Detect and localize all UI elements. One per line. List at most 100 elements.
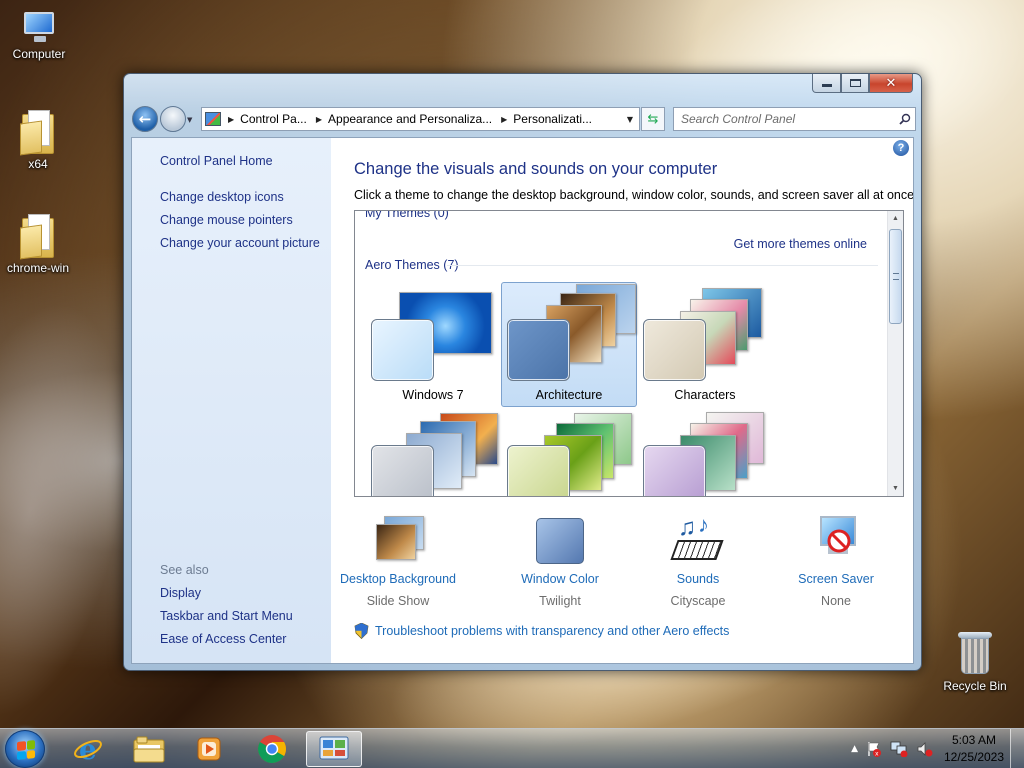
troubleshoot-link[interactable]: Troubleshoot problems with transparency …	[375, 624, 729, 638]
window-color-icon	[530, 514, 590, 566]
breadcrumb-chevron-icon[interactable]: ▶	[501, 115, 507, 124]
sounds-value: Cityscape	[670, 594, 726, 608]
grip-icon	[893, 273, 899, 280]
computer-icon	[18, 10, 60, 44]
scroll-thumb[interactable]	[889, 229, 902, 324]
troubleshoot-row: Troubleshoot problems with transparency …	[354, 623, 729, 639]
minimize-icon	[821, 83, 832, 87]
sidebar-link-mouse-pointers[interactable]: Change mouse pointers	[160, 213, 293, 227]
address-bar[interactable]: ▶ Control Pa... ▶ Appearance and Persona…	[201, 107, 640, 131]
desktop-icon-recycle-bin[interactable]: Recycle Bin	[937, 632, 1013, 693]
address-dropdown-icon[interactable]: ▼	[621, 115, 639, 124]
refresh-icon: ⇆	[647, 111, 659, 127]
desktop-icon-x64[interactable]: x64	[0, 110, 76, 171]
windows-logo-icon	[17, 740, 35, 760]
start-button[interactable]	[5, 730, 45, 768]
desktop-background-setting[interactable]: Desktop Background Slide Show	[328, 514, 468, 608]
desktop-icon-label: Computer	[12, 47, 66, 61]
sounds-setting[interactable]: ♫ ♪ Sounds Cityscape	[628, 512, 768, 608]
theme-scenes[interactable]	[637, 408, 773, 496]
svg-text:x: x	[875, 751, 879, 758]
window-color-link[interactable]: Window Color	[490, 572, 630, 586]
action-center-icon[interactable]: x	[866, 741, 882, 757]
desktop-icon-label: chrome-win	[6, 261, 69, 275]
svg-text:e: e	[79, 734, 97, 764]
desktop-background-icon	[368, 514, 428, 566]
recycle-bin-icon	[958, 632, 992, 676]
taskbar-file-explorer[interactable]	[121, 731, 177, 767]
search-input[interactable]	[681, 112, 895, 126]
screen-saver-value: None	[821, 594, 851, 608]
sidebar-link-display[interactable]: Display	[160, 586, 201, 600]
volume-icon[interactable]	[916, 741, 934, 757]
window-color-value: Twilight	[539, 594, 581, 608]
see-also-heading: See also	[160, 563, 209, 577]
taskbar: e ▲ x 5:03 AM 12/25/2023	[0, 728, 1024, 768]
close-button[interactable]: ✕	[869, 74, 913, 93]
sidebar-link-account-picture[interactable]: Change your account picture	[160, 236, 320, 250]
back-button[interactable]: ←	[132, 106, 158, 132]
clock-date: 12/25/2023	[943, 750, 1005, 764]
file-explorer-icon	[133, 736, 165, 763]
sidebar-link-ease-of-access[interactable]: Ease of Access Center	[160, 632, 286, 646]
breadcrumb-chevron-icon[interactable]: ▶	[316, 115, 322, 124]
show-hidden-icons-icon[interactable]: ▲	[851, 744, 858, 754]
taskbar-media-player[interactable]	[181, 731, 237, 767]
sidebar: Control Panel Home Change desktop icons …	[132, 138, 331, 663]
search-icon[interactable]	[895, 113, 915, 125]
theme-architecture[interactable]: Architecture	[501, 282, 637, 407]
maximize-button[interactable]	[841, 74, 869, 93]
content-area: Control Panel Home Change desktop icons …	[131, 137, 914, 664]
minimize-button[interactable]	[812, 74, 841, 93]
arrow-left-icon: ←	[138, 110, 152, 128]
get-more-themes-link[interactable]: Get more themes online	[734, 237, 867, 251]
show-desktop-button[interactable]	[1010, 729, 1024, 768]
refresh-button[interactable]: ⇆	[641, 107, 665, 131]
screen-saver-setting[interactable]: Screen Saver None	[766, 514, 906, 608]
taskbar-control-panel[interactable]	[306, 731, 362, 767]
window-color-setting[interactable]: Window Color Twilight	[490, 514, 630, 608]
taskbar-chrome[interactable]	[244, 731, 300, 767]
group-divider	[447, 265, 878, 266]
window-controls: ✕	[812, 74, 913, 93]
sidebar-link-control-panel-home[interactable]: Control Panel Home	[160, 154, 273, 168]
desktop-icon-label: Recycle Bin	[943, 679, 1007, 693]
theme-windows-7[interactable]: Windows 7	[365, 282, 501, 407]
breadcrumb-control-panel[interactable]: Control Pa...	[240, 112, 307, 126]
desktop-icon-chrome-win[interactable]: chrome-win	[0, 214, 76, 275]
screen-saver-link[interactable]: Screen Saver	[766, 572, 906, 586]
breadcrumb: ▶ Control Pa... ▶ Appearance and Persona…	[225, 112, 592, 126]
recent-pages-dropdown[interactable]: ▼	[187, 116, 192, 124]
theme-color-swatch	[507, 445, 570, 496]
internet-explorer-icon: e	[74, 734, 102, 764]
scroll-up-icon[interactable]: ▲	[888, 211, 903, 226]
help-icon[interactable]: ?	[893, 140, 909, 156]
theme-landscapes[interactable]	[365, 408, 501, 496]
page-subtitle: Click a theme to change the desktop back…	[354, 188, 914, 202]
desktop-icon-label: x64	[28, 157, 48, 171]
taskbar-internet-explorer[interactable]: e	[60, 731, 116, 767]
navigation-bar: ← ▼ ▶ Control Pa... ▶ Appearance and Per…	[132, 105, 916, 133]
network-icon[interactable]	[890, 741, 908, 757]
search-box	[673, 107, 916, 131]
clock[interactable]: 5:03 AM 12/25/2023	[938, 732, 1010, 766]
breadcrumb-appearance[interactable]: Appearance and Personaliza...	[328, 112, 492, 126]
desktop-icon-computer[interactable]: Computer	[1, 10, 77, 61]
aero-themes-heading: Aero Themes (7)	[365, 258, 459, 272]
theme-color-swatch	[643, 445, 706, 496]
media-player-icon	[197, 737, 221, 761]
theme-color-swatch	[371, 445, 434, 496]
theme-characters[interactable]: Characters	[637, 282, 773, 407]
theme-list-scrollbar[interactable]: ▲ ▼	[887, 211, 903, 496]
forward-button[interactable]	[160, 106, 186, 132]
desktop-background-link[interactable]: Desktop Background	[328, 572, 468, 586]
theme-nature[interactable]	[501, 408, 637, 496]
sounds-link[interactable]: Sounds	[628, 572, 768, 586]
breadcrumb-chevron-icon[interactable]: ▶	[228, 115, 234, 124]
sidebar-link-desktop-icons[interactable]: Change desktop icons	[160, 190, 284, 204]
sidebar-link-taskbar[interactable]: Taskbar and Start Menu	[160, 609, 293, 623]
breadcrumb-personalization[interactable]: Personalizati...	[513, 112, 592, 126]
scroll-down-icon[interactable]: ▼	[888, 481, 903, 496]
theme-name: Windows 7	[402, 388, 464, 402]
theme-list: My Themes (0) Get more themes online Aer…	[354, 210, 904, 497]
